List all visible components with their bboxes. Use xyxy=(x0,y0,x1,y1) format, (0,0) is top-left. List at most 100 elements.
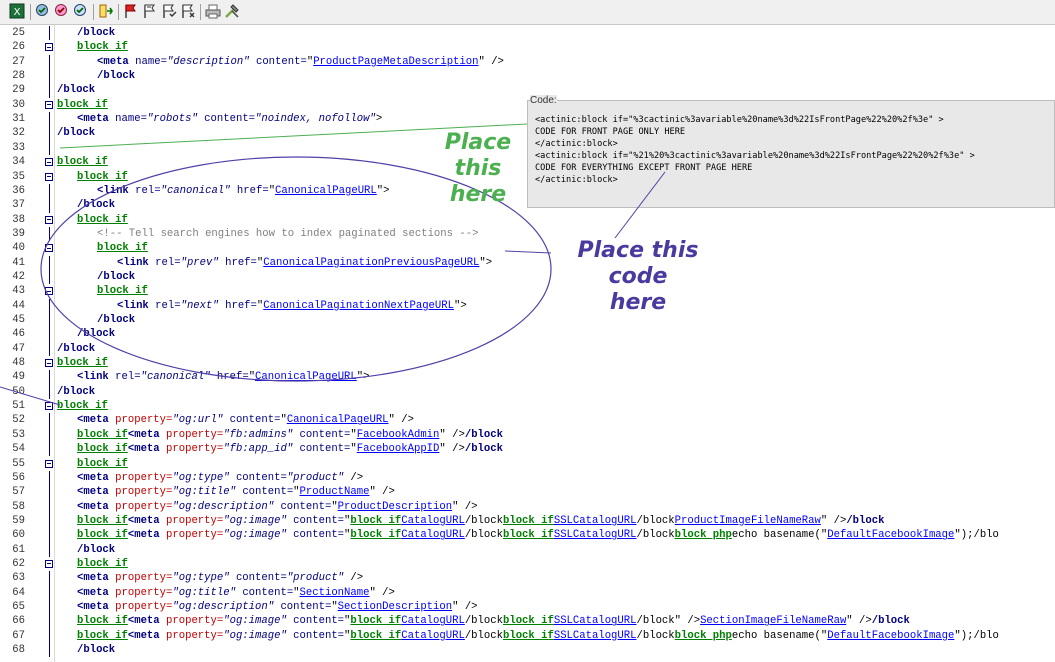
fold-toggle-icon[interactable] xyxy=(45,100,53,109)
code-line[interactable]: 39 <!-- Tell search engines how to index … xyxy=(0,226,1055,242)
code-line[interactable]: 64 <meta property="og:title" content="Sec… xyxy=(0,585,1055,600)
code-text[interactable]: block if<meta property="og:image" conten… xyxy=(77,629,999,643)
code-text[interactable]: <meta name="description" content="Produc… xyxy=(97,55,504,69)
code-text[interactable]: block if xyxy=(77,457,128,471)
code-text[interactable]: <meta name="robots" content="noindex, no… xyxy=(77,112,382,126)
code-line[interactable]: 26 block if xyxy=(0,40,1055,54)
code-line[interactable]: 52 <meta property="og:url" content="Canon… xyxy=(0,413,1055,428)
flag-cross-icon[interactable] xyxy=(180,3,196,19)
code-text[interactable]: /block xyxy=(77,327,115,341)
code-line[interactable]: 43 block if xyxy=(0,284,1055,298)
code-text[interactable]: block if<meta property="og:image" conten… xyxy=(77,514,884,528)
code-text[interactable]: <link rel="canonical" href="CanonicalPag… xyxy=(97,184,389,198)
code-line[interactable]: 51 block if xyxy=(0,399,1055,413)
code-text[interactable]: block if<meta property="fb:admins" conte… xyxy=(77,428,503,442)
code-text[interactable]: <meta property="og:title" content="Produ… xyxy=(77,485,395,499)
code-line[interactable]: 66 block if<meta property="og:image" cont… xyxy=(0,614,1055,629)
flag-check-icon[interactable] xyxy=(161,3,177,19)
code-text[interactable]: block if xyxy=(57,399,108,413)
fold-toggle-icon[interactable] xyxy=(45,158,53,167)
code-line[interactable]: 58 <meta property="og:description" conten… xyxy=(0,499,1055,514)
code-text[interactable]: <link rel="prev" href="CanonicalPaginati… xyxy=(117,256,492,270)
code-line[interactable]: 57 <meta property="og:title" content="Pro… xyxy=(0,485,1055,500)
code-line[interactable]: 63 <meta property="og:type" content="prod… xyxy=(0,571,1055,586)
code-text[interactable]: <meta property="og:type" content="produc… xyxy=(77,471,363,485)
insert-icon[interactable] xyxy=(98,3,114,19)
code-text[interactable]: <link rel="canonical" href="CanonicalPag… xyxy=(77,370,369,384)
code-line[interactable]: 29/block xyxy=(0,83,1055,98)
code-text[interactable]: block if<meta property="og:image" conten… xyxy=(77,614,910,628)
code-text[interactable]: /block xyxy=(97,313,135,327)
code-line[interactable]: 61/block xyxy=(0,542,1055,557)
code-text[interactable]: block if xyxy=(97,241,148,255)
code-line[interactable]: 53 block if<meta property="fb:admins" con… xyxy=(0,427,1055,443)
code-text[interactable]: <link rel="next" href="CanonicalPaginati… xyxy=(117,299,467,313)
code-line[interactable]: 41 <link rel="prev" href="CanonicalPagina… xyxy=(0,255,1055,270)
code-text[interactable]: block if<meta property="fb:app_id" conte… xyxy=(77,442,503,456)
fold-toggle-icon[interactable] xyxy=(45,402,53,411)
fold-toggle-icon[interactable] xyxy=(45,43,53,52)
code-text[interactable]: block if xyxy=(77,557,128,571)
code-line[interactable]: 49 <link rel="canonical" href="CanonicalP… xyxy=(0,370,1055,385)
fold-toggle-icon[interactable] xyxy=(45,287,53,296)
code-text[interactable]: /block xyxy=(57,385,95,399)
code-line[interactable]: 42/block xyxy=(0,269,1055,285)
code-text[interactable]: <meta property="og:description" content=… xyxy=(77,500,478,514)
code-text[interactable]: <meta property="og:url" content="Canonic… xyxy=(77,413,414,427)
code-text[interactable]: block if xyxy=(57,98,108,112)
code-line[interactable]: 56 <meta property="og:type" content="prod… xyxy=(0,470,1055,486)
code-text[interactable]: block if<meta property="og:image" conten… xyxy=(77,528,999,542)
code-text[interactable]: /block xyxy=(57,83,95,97)
code-text[interactable]: block if xyxy=(77,170,128,184)
code-line[interactable]: 28/block xyxy=(0,69,1055,84)
refresh-icon[interactable] xyxy=(73,3,89,19)
tools-icon[interactable] xyxy=(224,3,240,19)
code-text[interactable]: /block xyxy=(57,342,95,356)
code-line[interactable]: 54 block if<meta property="fb:app_id" con… xyxy=(0,442,1055,457)
print-icon[interactable] xyxy=(205,3,221,19)
code-line[interactable]: 40 block if xyxy=(0,241,1055,255)
code-line[interactable]: 50/block xyxy=(0,384,1055,400)
code-text[interactable]: block if xyxy=(77,213,128,227)
code-line[interactable]: 44 <link rel="next" href="CanonicalPagina… xyxy=(0,298,1055,313)
code-text[interactable]: block if xyxy=(57,356,108,370)
code-line[interactable]: 46/block xyxy=(0,327,1055,342)
fold-toggle-icon[interactable] xyxy=(45,559,53,568)
fold-toggle-icon[interactable] xyxy=(45,215,53,224)
code-text[interactable]: <meta property="og:title" content="Secti… xyxy=(77,586,395,600)
code-text[interactable]: /block xyxy=(57,126,95,140)
flag-outline-icon[interactable] xyxy=(142,3,158,19)
code-line[interactable]: 47/block xyxy=(0,341,1055,357)
fold-toggle-icon[interactable] xyxy=(45,172,53,181)
code-line[interactable]: 45/block xyxy=(0,313,1055,328)
validate-page-icon[interactable] xyxy=(54,3,70,19)
code-text[interactable]: /block xyxy=(97,270,135,284)
code-text[interactable]: <meta property="og:type" content="produc… xyxy=(77,571,363,585)
code-line[interactable]: 55 block if xyxy=(0,457,1055,471)
code-text[interactable]: /block xyxy=(77,543,115,557)
fold-toggle-icon[interactable] xyxy=(45,459,53,468)
code-text[interactable]: /block xyxy=(77,26,115,40)
code-text[interactable]: block if xyxy=(57,155,108,169)
code-line[interactable]: 60 block if<meta property="og:image" cont… xyxy=(0,528,1055,543)
code-text[interactable]: /block xyxy=(77,198,115,212)
code-line[interactable]: 27 <meta name="description" content="Prod… xyxy=(0,54,1055,70)
code-line[interactable]: 25/block xyxy=(0,26,1055,41)
code-line[interactable]: 65 <meta property="og:description" conten… xyxy=(0,600,1055,615)
code-line[interactable]: 62 block if xyxy=(0,557,1055,571)
code-text[interactable]: block if xyxy=(97,284,148,298)
code-line[interactable]: 59 block if<meta property="og:image" cont… xyxy=(0,513,1055,529)
flag-red-icon[interactable] xyxy=(123,3,139,19)
code-text[interactable]: block if xyxy=(77,40,128,54)
code-text[interactable]: /block xyxy=(77,643,115,657)
validate-icon[interactable] xyxy=(35,3,51,19)
fold-toggle-icon[interactable] xyxy=(45,244,53,253)
code-text[interactable]: <meta property="og:description" content=… xyxy=(77,600,478,614)
code-text[interactable]: /block xyxy=(97,69,135,83)
code-line[interactable]: 48 block if xyxy=(0,356,1055,370)
code-line[interactable]: 38 block if xyxy=(0,213,1055,227)
fold-toggle-icon[interactable] xyxy=(45,359,53,368)
app-icon[interactable]: X xyxy=(9,3,25,19)
code-text[interactable]: <!-- Tell search engines how to index pa… xyxy=(97,227,478,241)
code-line[interactable]: 68/block xyxy=(0,643,1055,658)
